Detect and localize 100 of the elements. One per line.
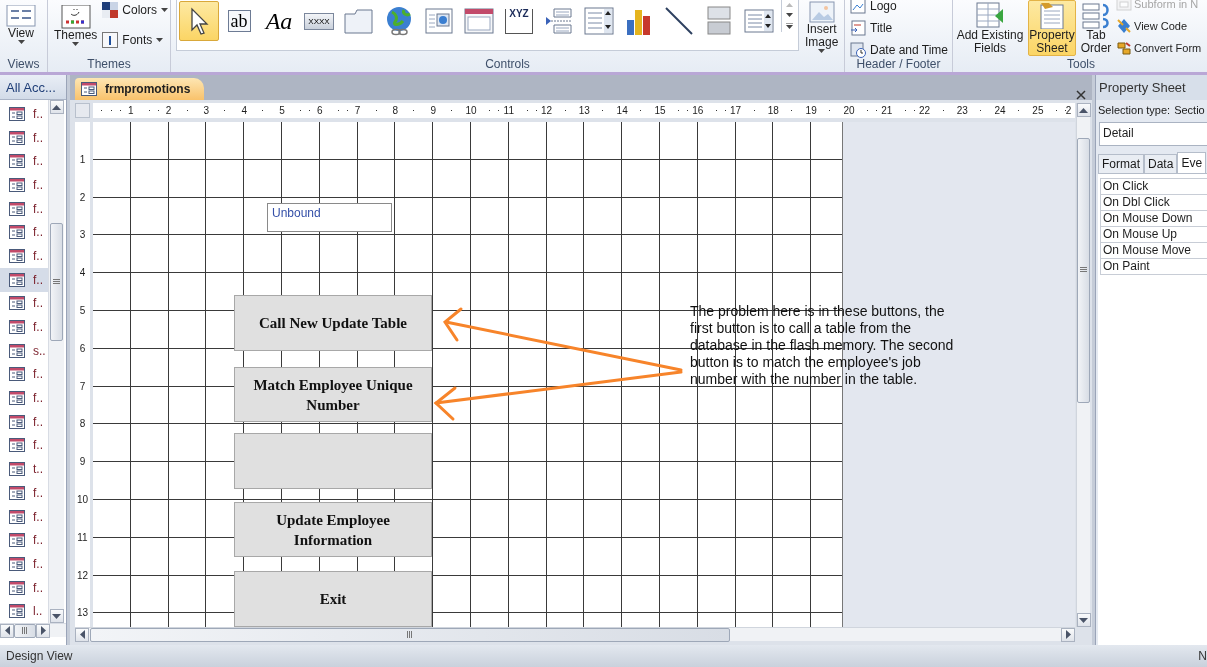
navigation-item[interactable]: f.. [0,149,48,174]
scroll-down-button[interactable] [1076,613,1091,627]
property-name[interactable]: On Paint [1100,259,1207,275]
tab-order-icon [1081,1,1111,29]
scroll-up-button[interactable] [1076,103,1091,117]
right-arrow-icon [1065,630,1071,639]
property-name[interactable]: On Mouse Up [1100,227,1207,243]
scroll-thumb[interactable] [50,222,63,341]
header-footer-button[interactable]: Date and Time [848,40,951,60]
scroll-up-button[interactable] [49,100,64,114]
navigation-item[interactable]: f.. [0,481,48,505]
navigation-item[interactable]: f.. [0,315,48,339]
property-name[interactable]: On Mouse Down [1100,211,1207,227]
navigation-item[interactable]: f.. [0,504,48,529]
colors-button[interactable]: Colors [100,0,171,20]
navigation-pane-header[interactable]: All Acc... [0,75,66,100]
header-footer-button[interactable]: Title [848,18,951,38]
scroll-left-button[interactable] [75,627,89,642]
header-footer-button[interactable]: Logo [848,0,951,16]
property-name[interactable]: On Mouse Move [1100,243,1207,259]
tool-link-button[interactable]: Convert Form [1116,38,1202,58]
form-icon [9,130,25,145]
navigation-item[interactable]: f.. [0,575,48,600]
form-icon [9,509,25,524]
property-sheet-icon [1037,1,1067,29]
tool-button[interactable]: Add Existing Fields [954,0,1026,56]
right-arrow-icon [40,626,46,635]
vertical-scrollbar[interactable] [48,100,64,623]
navigation-item[interactable]: f.. [0,552,48,576]
navigation-item[interactable]: f.. [0,386,48,410]
property-tab[interactable]: Format [1098,154,1144,173]
navigation-item[interactable]: f.. [0,291,48,316]
property-name[interactable]: On Click [1100,178,1207,195]
navigation-item[interactable]: f.. [0,409,48,434]
insert-image-button[interactable]: Insert Image [802,0,842,54]
left-arrow-icon [4,626,10,635]
scroll-right-button[interactable] [1061,627,1075,642]
color-swatch-icon [102,2,119,18]
navigation-item[interactable]: f.. [0,220,48,245]
form-icon [9,320,25,335]
vertical-scrollbar[interactable] [1076,103,1090,627]
navigation-item[interactable]: f.. [0,244,48,268]
button-control-icon: XXXX [304,12,334,30]
navigation-item[interactable]: l.. [0,599,48,623]
scroll-left-button[interactable] [0,623,14,638]
scroll-thumb[interactable] [90,627,730,642]
form-command-button[interactable]: Exit [234,571,432,627]
navigation-item[interactable]: f.. [0,267,48,292]
form-command-button[interactable]: Match Employee Unique Number [234,367,432,422]
scroll-thumb[interactable] [14,623,36,638]
scroll-right-button[interactable] [36,623,50,638]
control-tool-button[interactable] [179,1,219,41]
navigation-item[interactable]: t.. [0,457,48,481]
view-button[interactable]: View [3,4,39,45]
navigation-item[interactable]: f.. [0,102,48,126]
property-name[interactable]: On Dbl Click [1100,195,1207,211]
navigation-item[interactable]: f.. [0,125,48,150]
control-tool-button[interactable]: Aa [259,1,299,41]
themes-button[interactable]: Themes [51,4,101,47]
fonts-button[interactable]: Fonts [100,30,171,50]
control-tool-button[interactable]: ab [219,1,259,41]
option-group-icon: XYZ [505,8,533,34]
horizontal-scrollbar[interactable] [75,627,1075,641]
unbound-text-box[interactable]: Unbound [267,203,392,232]
caret-icon [156,38,164,42]
navigation-item[interactable]: s.. [0,338,48,363]
form-command-button[interactable]: Call New Update Table [234,295,432,351]
caret-icon [17,40,25,44]
form-view-icon [6,5,36,27]
navigation-item[interactable]: f.. [0,362,48,387]
property-tab[interactable]: Data [1144,154,1178,173]
navigation-item[interactable]: f.. [0,433,48,458]
form-icon [9,154,25,169]
left-arrow-icon [79,630,85,639]
form-icon [9,106,25,121]
navigation-item[interactable]: f.. [0,173,48,197]
horizontal-scrollbar[interactable] [0,623,66,637]
tool-button[interactable]: Property Sheet [1028,0,1076,56]
date-time-icon [850,42,866,58]
scroll-down-button[interactable] [49,609,64,623]
property-tab[interactable]: Eve [1177,152,1207,173]
scroll-thumb[interactable] [1077,137,1090,403]
close-icon [1076,90,1086,100]
control-tool-button[interactable]: XXXX [299,1,339,41]
form-icon [9,343,25,358]
form-icon [9,296,25,311]
control-tool-button[interactable]: XYZ [499,1,539,41]
tool-link-button[interactable]: View Code [1116,16,1202,36]
tool-button[interactable]: Tab Order [1078,0,1114,56]
document-tab[interactable]: frmpromotions [75,78,205,100]
folder-tab-icon [344,8,374,34]
navigation-item[interactable]: f.. [0,196,48,221]
pointer-icon [188,7,210,35]
web-page-icon [425,8,453,34]
diagonal-line-icon [664,6,694,36]
form-command-button[interactable]: Update Employee Information [234,502,432,557]
navigation-item[interactable]: f.. [0,528,48,553]
convert-icon [1116,40,1132,56]
object-dropdown[interactable]: Detail [1099,122,1207,146]
grip-icon [22,627,28,634]
